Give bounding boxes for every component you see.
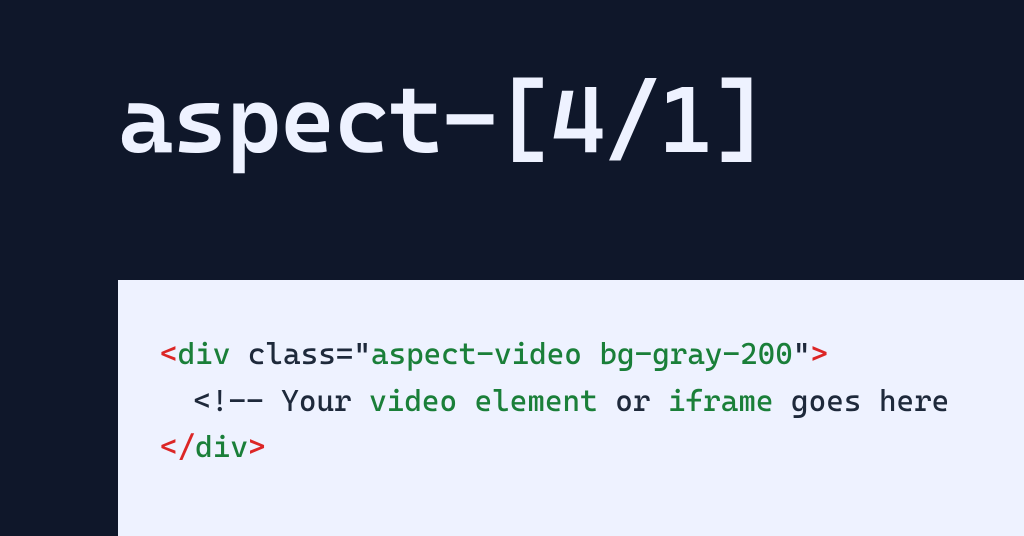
comment-kw-element: element [475, 384, 598, 419]
comment-kw-iframe: iframe [668, 384, 773, 419]
code-line-1: <div class="aspect-video bg-gray-200"> [160, 332, 1024, 379]
code-panel: <div class="aspect-video bg-gray-200"> <… [118, 280, 1024, 536]
comment-trail: goes here [773, 384, 949, 419]
angle-close: > [810, 337, 828, 372]
equals: = [336, 337, 354, 372]
code-line-3: </div> [160, 425, 1024, 472]
comment-word-your: Your [281, 384, 369, 419]
close-angle-close: > [248, 430, 266, 465]
tag-div: div [178, 337, 231, 372]
close-angle-open: </ [160, 430, 195, 465]
quote-open: " [353, 337, 371, 372]
quote-close: " [793, 337, 811, 372]
attr-value: aspect-video bg-gray-200 [371, 337, 793, 372]
comment-kw-video: video [369, 384, 457, 419]
space [230, 337, 248, 372]
comment-open: <!-- [193, 384, 281, 419]
heading-aspect-arbitrary: aspect-[4/1] [0, 0, 1024, 171]
angle-open: < [160, 337, 178, 372]
tag-div-close: div [195, 430, 248, 465]
code-line-2: <!-- Your video element or iframe goes h… [160, 379, 1024, 426]
attr-class: class [248, 337, 336, 372]
comment-word-or: or [598, 384, 668, 419]
space [457, 384, 475, 419]
